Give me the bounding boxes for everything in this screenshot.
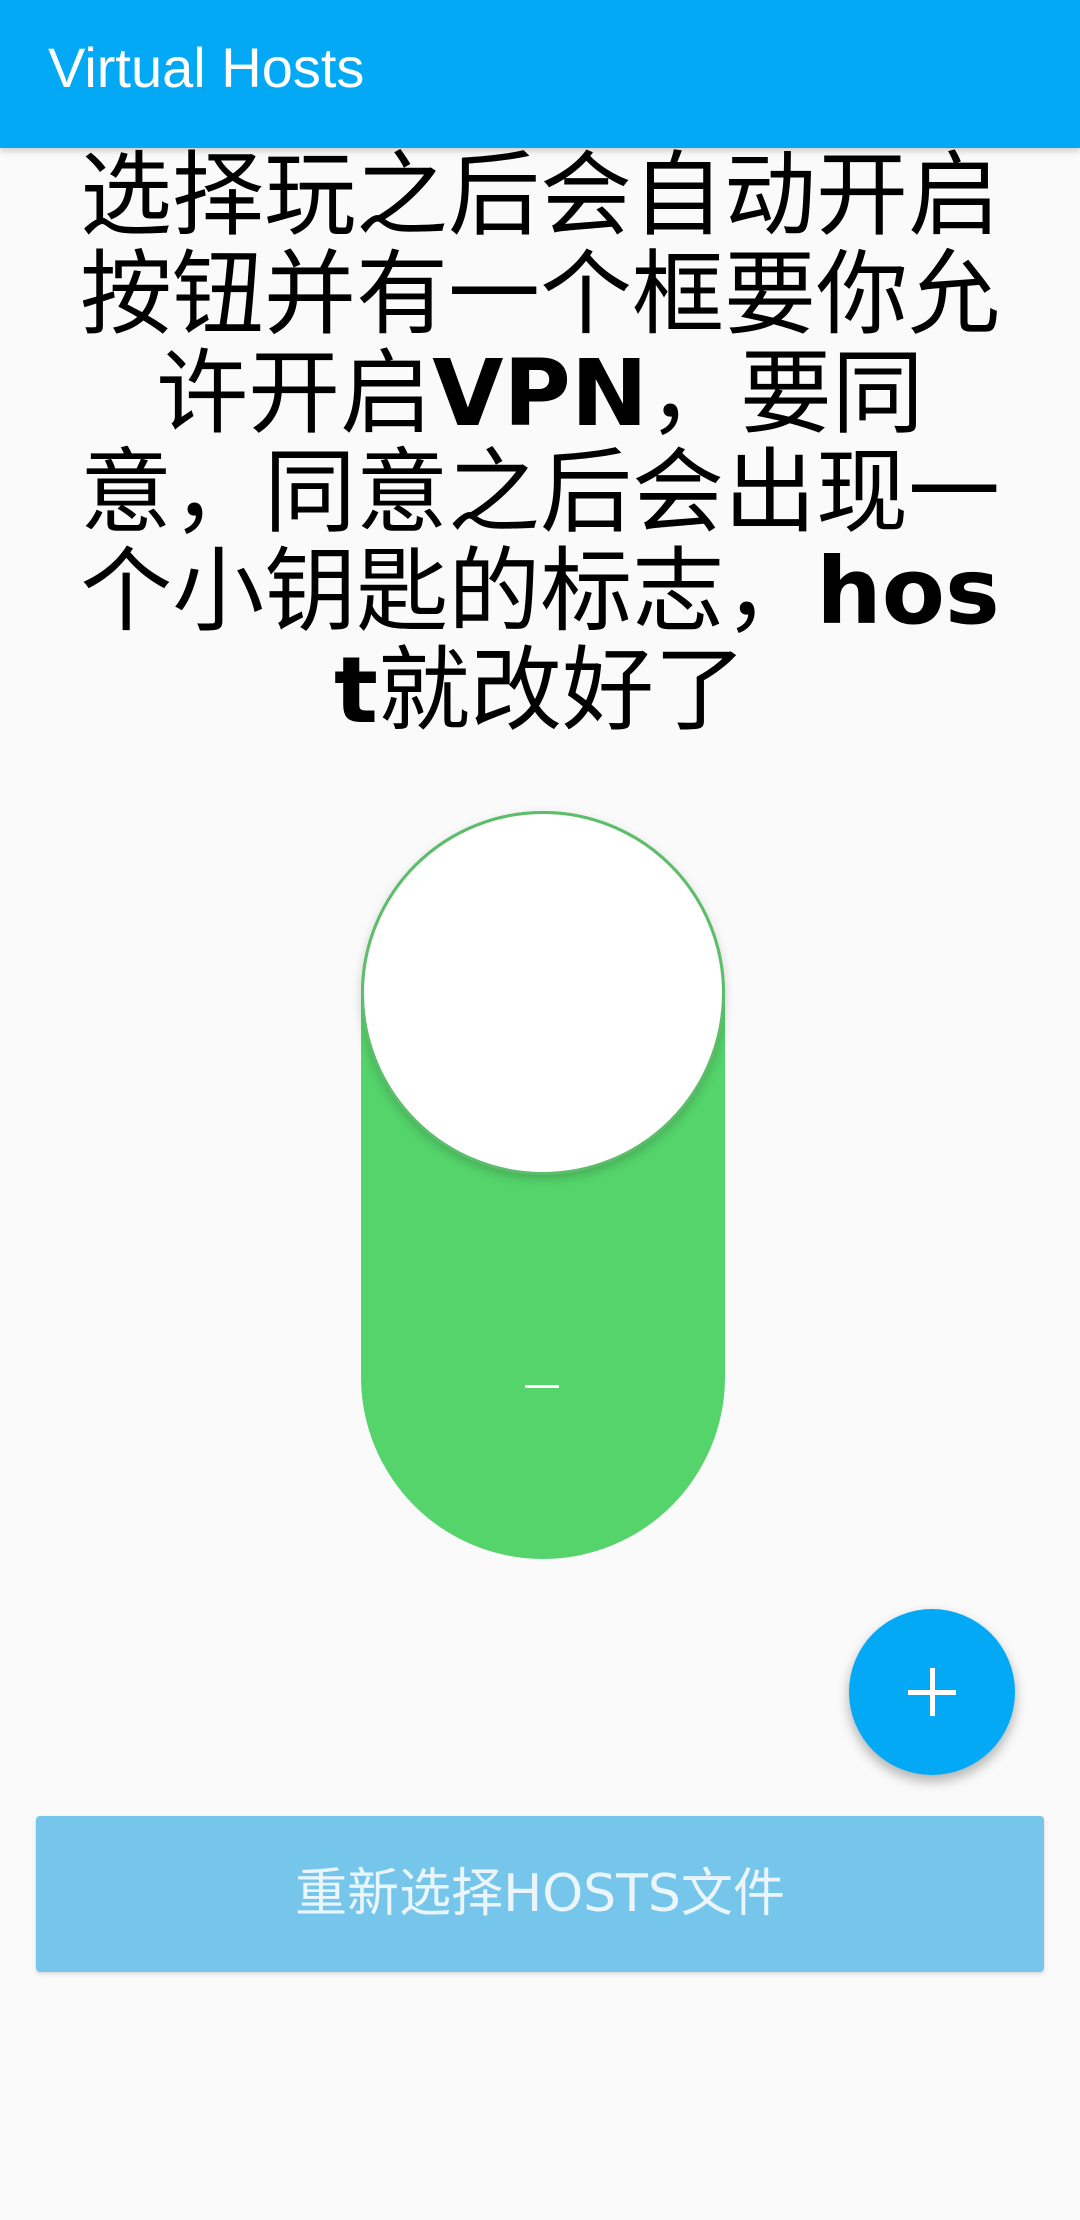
overlay-caption-part2: VPN xyxy=(432,340,648,447)
app-bar: Virtual Hosts xyxy=(0,0,1080,148)
vpn-toggle-knob[interactable] xyxy=(361,811,725,1175)
reselect-hosts-file-button[interactable]: 重新选择HOSTS文件 xyxy=(36,1816,1044,1972)
app-title: Virtual Hosts xyxy=(48,36,365,99)
toggle-on-mark xyxy=(525,1385,559,1388)
plus-icon xyxy=(908,1668,956,1716)
overlay-caption-part5: 就改好了 xyxy=(377,637,746,744)
overlay-caption: 选择玩之后会自动开启按钮并有一个框要你允许开启VPN，要同意，同意之后会出现一个… xyxy=(80,146,1000,740)
add-hosts-fab[interactable] xyxy=(849,1609,1015,1775)
